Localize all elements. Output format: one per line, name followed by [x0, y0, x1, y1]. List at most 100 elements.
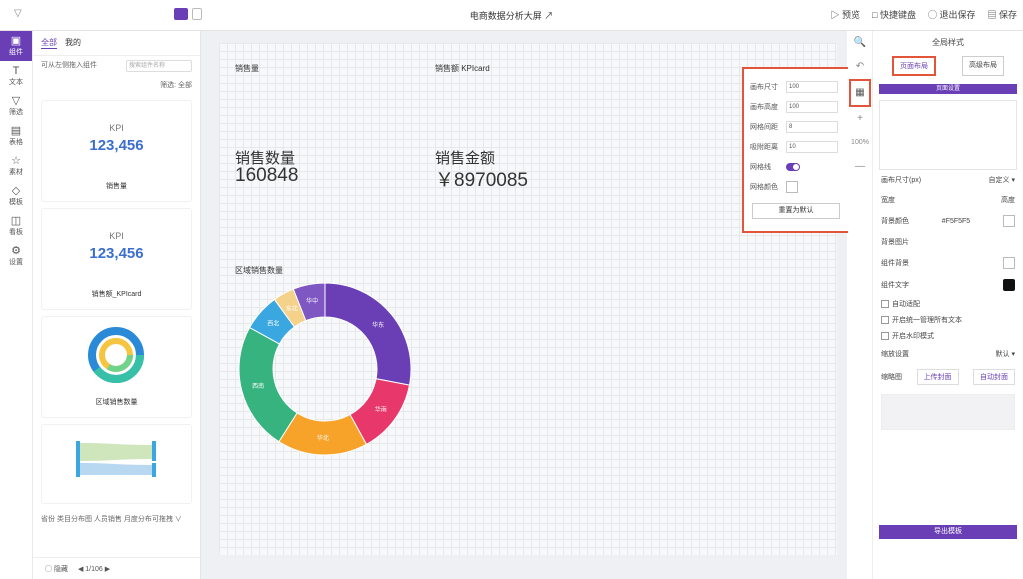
grid-color-row: 网格颜色	[744, 177, 848, 197]
exit-save-button[interactable]: ◯ 退出保存	[928, 8, 976, 21]
rail-item-assets[interactable]: ☆ 素材	[0, 151, 32, 181]
component-search-input[interactable]: 搜索组件名称	[126, 60, 192, 72]
region-sales-donut-chart[interactable]: 华东华南华北 西南 西北东北华中	[235, 279, 415, 459]
component-tabs: 全部 我的	[33, 31, 200, 56]
page-settings-bar[interactable]: 页面设置	[879, 84, 1017, 94]
gear-icon: ⚙	[11, 244, 21, 257]
sankey-thumbnail	[76, 441, 156, 477]
component-icon: ▣	[10, 34, 22, 47]
donut-slice-0[interactable]	[324, 282, 412, 386]
donut-slice-3[interactable]	[238, 326, 298, 443]
undo-icon[interactable]: ↶	[848, 55, 872, 79]
donut-slice-label-4: 西北	[267, 319, 279, 327]
donut-slice-label-6: 华中	[306, 297, 318, 305]
ring-chart-thumbnail	[88, 327, 144, 383]
rail-item-settings[interactable]: ⚙ 设置	[0, 241, 32, 271]
filter-icon: ▽	[11, 94, 21, 107]
table-icon: ▤	[10, 124, 22, 137]
save-button[interactable]: ▤ 保存	[987, 8, 1017, 21]
card-caption: 销售量	[106, 183, 127, 190]
widget-title-sales-count: 销售量	[235, 64, 259, 73]
star-icon: ☆	[11, 154, 21, 167]
rail-item-board[interactable]: ◫ 看板	[0, 211, 32, 241]
toolbar-actions: ▷ 预览 □ 快捷键盘 ◯ 退出保存 ▤ 保存	[831, 8, 1017, 21]
props-title: 全局样式	[932, 38, 964, 47]
component-card-kpi-2[interactable]: KPI 123,456 销售额_KPIcard	[41, 208, 192, 310]
chart-title: 区域销售数量	[235, 266, 283, 275]
rail-item-components[interactable]: ▣ 组件	[0, 31, 32, 61]
component-card-sankey[interactable]	[41, 424, 192, 504]
component-footer: ◯ 隐藏 ◀ 1/106 ▶	[33, 557, 200, 579]
kpi-label: KPI	[109, 123, 124, 133]
widget-bg-swatch[interactable]	[1003, 257, 1015, 269]
shortcuts-button[interactable]: □ 快捷键盘	[872, 8, 916, 21]
canvas-size-row: 画布尺寸(px) 自定义 ▾	[881, 175, 1015, 185]
properties-panel: 全局样式 页面布局 高级布局 页面设置 画布尺寸(px) 自定义 ▾ 宽度 高度 背…	[873, 31, 1023, 579]
title-bar: ▽ 电商数据分析大屏 ↗ ▷ 预览 □ 快捷键盘 ◯ 退出保存 ▤ 保存	[0, 0, 1023, 31]
upload-cover-button[interactable]: 上传封面	[916, 369, 959, 385]
card-caption: 区域销售数量	[95, 399, 138, 406]
grid-toggle-row: 网格线	[744, 157, 848, 177]
vertical-toolbar: 🔍 ↶ ▦ + 100% —	[848, 31, 873, 579]
bg-color-swatch[interactable]	[1003, 215, 1015, 227]
setting-row: 画布尺寸 100	[744, 77, 848, 97]
reset-default-button[interactable]: 重置为默认	[752, 203, 840, 219]
scale-row: 缩放设置 默认 ▾	[881, 349, 1015, 359]
component-panel: 全部 我的 可从左侧拖入组件 搜索组件名称 筛选: 全部 KPI 123,456…	[33, 31, 201, 579]
canvas-settings-panel: 画布尺寸 100 画布高度 100 网格间距 8 吸附距离 10 网格线 网格颜色 重置…	[742, 67, 850, 233]
checkbox-watermark[interactable]: 开启水印模式	[873, 328, 1023, 344]
auto-cover-button[interactable]: 自动封面	[973, 369, 1015, 385]
template-icon: ◇	[11, 184, 21, 197]
tab-mine[interactable]: 我的	[65, 37, 81, 49]
scale-select[interactable]: 默认 ▾	[996, 349, 1015, 359]
zoom-level: 100%	[851, 139, 869, 146]
checkbox-auto-fit[interactable]: 自动适配	[873, 296, 1023, 312]
grid-settings-icon[interactable]: ▦	[849, 79, 871, 107]
zoom-out-icon[interactable]: —	[848, 155, 872, 179]
component-filter-row: 可从左侧拖入组件 搜索组件名称	[33, 56, 200, 76]
tab-advanced-layout[interactable]: 高级布局	[962, 56, 1004, 76]
tab-all[interactable]: 全部	[41, 37, 57, 49]
bg-color-input[interactable]: #F5F5F5	[942, 218, 970, 225]
kpi-value: 123,456	[89, 137, 144, 154]
rail-item-filter[interactable]: ▽ 筛选	[0, 91, 32, 121]
sort-dropdown[interactable]: 筛选: 全部	[160, 80, 192, 90]
filter-hint: 可从左侧拖入组件	[41, 62, 97, 69]
tab-page-layout[interactable]: 页面布局	[892, 56, 936, 76]
rail-item-text[interactable]: T 文本	[0, 61, 32, 91]
rail-item-templates[interactable]: ◇ 模板	[0, 181, 32, 211]
props-tabs: 页面布局 高级布局	[873, 54, 1023, 78]
widget-title-sales-amount: 销售额 KPIcard	[435, 64, 490, 73]
left-rail: ▣ 组件 T 文本 ▽ 筛选 ▤ 表格 ☆ 素材 ◇ 模板 ◫ 看板 ⚙ 设置	[0, 31, 33, 579]
setting-row: 网格间距 8	[744, 117, 848, 137]
checkbox-unify-text[interactable]: 开启统一管理所有文本	[873, 312, 1023, 328]
donut-slice-label-2: 华北	[317, 434, 329, 442]
search-icon[interactable]: 🔍	[848, 31, 872, 55]
export-template-button[interactable]: 导出模板	[879, 525, 1017, 539]
zoom-in-icon[interactable]: +	[848, 107, 872, 131]
widget-text-row: 组件文字	[873, 274, 1023, 296]
canvas-size-select[interactable]: 自定义 ▾	[989, 175, 1015, 185]
bg-color-row: 背景颜色 #F5F5F5	[873, 210, 1023, 232]
preview-button[interactable]: ▷ 预览	[831, 8, 861, 21]
component-card-ring[interactable]: 区域销售数量	[41, 316, 192, 418]
props-preview-box	[879, 100, 1017, 170]
component-card-kpi-1[interactable]: KPI 123,456 销售量	[41, 100, 192, 202]
grid-color-swatch[interactable]	[786, 181, 798, 193]
setting-row: 画布高度 100	[744, 97, 848, 117]
rail-item-table[interactable]: ▤ 表格	[0, 121, 32, 151]
sort-row: 筛选: 全部	[33, 76, 200, 94]
setting-input[interactable]: 100	[786, 101, 838, 113]
grid-toggle[interactable]	[786, 163, 800, 171]
size-inputs-row: 宽度 高度	[881, 197, 1015, 204]
donut-slice-label-0: 华东	[372, 321, 384, 329]
setting-input[interactable]: 10	[786, 141, 838, 153]
text-icon: T	[12, 64, 20, 77]
setting-input[interactable]: 100	[786, 81, 838, 93]
widget-text-swatch[interactable]	[1003, 279, 1015, 291]
donut-slice-label-5: 东北	[286, 305, 298, 313]
pager[interactable]: ◀ 1/106 ▶	[78, 565, 110, 573]
setting-row: 吸附距离 10	[744, 137, 848, 157]
setting-input[interactable]: 8	[786, 121, 838, 133]
hide-toggle[interactable]: ◯ 隐藏	[45, 564, 68, 574]
